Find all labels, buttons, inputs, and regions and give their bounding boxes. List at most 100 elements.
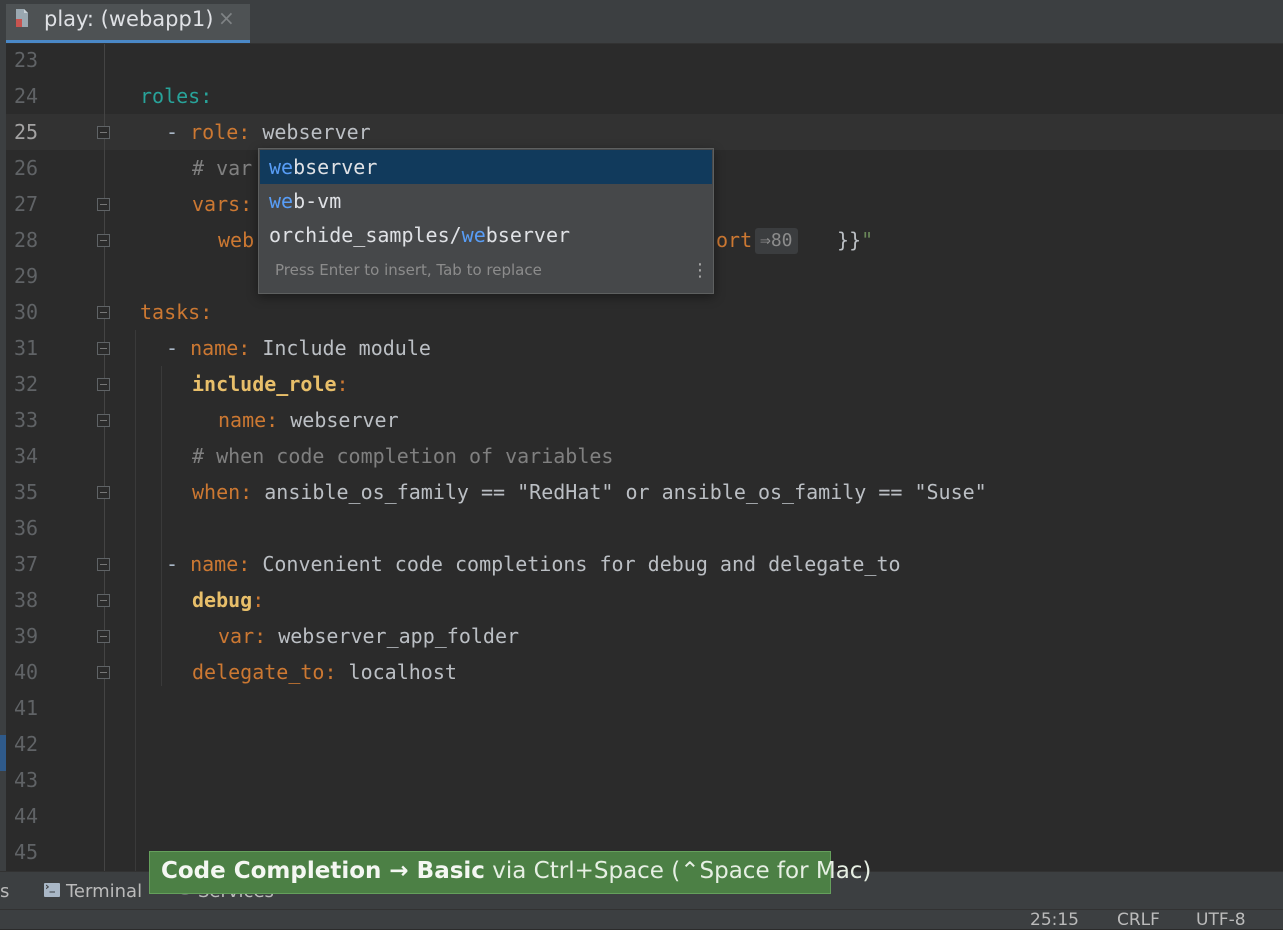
- completion-item[interactable]: webserver: [260, 150, 712, 184]
- yaml-key: var: [218, 624, 255, 648]
- line-number: 38: [14, 588, 39, 612]
- code-line-38: debug:: [192, 582, 264, 618]
- yaml-value: Convenient code completions for debug an…: [250, 552, 901, 576]
- fold-icon[interactable]: [97, 234, 110, 247]
- code-line-33: name: webserver: [218, 402, 399, 438]
- yaml-key: role: [190, 120, 239, 144]
- inline-value-hint: ⇒80: [755, 228, 798, 254]
- fold-icon[interactable]: [97, 486, 110, 499]
- status-bar: [0, 909, 1283, 929]
- fold-icon[interactable]: [97, 594, 110, 607]
- code-line-28-start: web: [218, 228, 255, 252]
- line-number: 31: [14, 336, 39, 360]
- var-name-tail: ort: [716, 228, 753, 252]
- line-number: 41: [14, 696, 39, 720]
- yaml-key: debug: [192, 588, 253, 612]
- completion-prefix: orchide_samples/: [269, 223, 462, 247]
- fold-icon[interactable]: [97, 198, 110, 211]
- fold-icon[interactable]: [97, 378, 110, 391]
- fold-icon[interactable]: [97, 126, 110, 139]
- line-number: 27: [14, 192, 39, 216]
- line-number: 26: [14, 156, 39, 180]
- fold-icon[interactable]: [97, 342, 110, 355]
- string-quote: ": [861, 228, 874, 252]
- yaml-key: tasks: [140, 300, 201, 324]
- line-number: 43: [14, 768, 39, 792]
- line-number: 23: [14, 48, 39, 72]
- yaml-key: roles: [140, 84, 201, 108]
- indent-guide: [161, 366, 162, 686]
- yaml-colon: :: [254, 624, 267, 648]
- line-number: 32: [14, 372, 39, 396]
- line-number: 28: [14, 228, 39, 252]
- close-icon[interactable]: ×: [218, 6, 235, 30]
- fold-icon[interactable]: [97, 558, 110, 571]
- yaml-key: include_role: [192, 372, 337, 396]
- tool-window-cut-label[interactable]: s: [0, 881, 9, 902]
- completion-match: we: [461, 223, 486, 247]
- yaml-dash: -: [166, 552, 191, 576]
- code-line-28-close: }}": [825, 222, 873, 258]
- yaml-key: vars: [192, 192, 241, 216]
- completion-rest: bserver: [485, 223, 571, 247]
- line-number: 24: [14, 84, 39, 108]
- yaml-colon: :: [238, 120, 251, 144]
- line-number: 45: [14, 840, 39, 864]
- yaml-value: webserver_app_folder: [266, 624, 520, 648]
- completion-item[interactable]: web-vm: [260, 184, 712, 218]
- template-close: }}: [825, 228, 862, 252]
- tip-text: Code Completion → Basic via Ctrl+Space (…: [161, 858, 871, 884]
- line-number: 29: [14, 264, 39, 288]
- completion-item[interactable]: orchide_samples/webserver: [260, 218, 712, 252]
- yaml-value: ansible_os_family == "RedHat" or ansible…: [252, 480, 987, 504]
- more-options-icon[interactable]: ⋮: [691, 261, 709, 281]
- code-line-26: # var: [192, 156, 253, 180]
- code-line-35: when: ansible_os_family == "RedHat" or a…: [192, 474, 987, 510]
- fold-icon[interactable]: [97, 630, 110, 643]
- completion-match: we: [269, 155, 294, 179]
- tip-banner: Code Completion → Basic via Ctrl+Space (…: [149, 851, 871, 894]
- yaml-colon: :: [200, 300, 213, 324]
- completion-rest: b-vm: [293, 189, 342, 213]
- code-line-27: vars:: [192, 186, 252, 222]
- yaml-colon: :: [252, 588, 265, 612]
- yaml-key: name: [190, 552, 239, 576]
- tab-title: play: (webapp1): [44, 7, 214, 31]
- line-ending[interactable]: CRLF: [1117, 910, 1160, 930]
- code-line-30: tasks:: [140, 294, 212, 330]
- code-line-32: include_role:: [192, 366, 349, 402]
- terminal-icon: [44, 880, 60, 897]
- line-number: 33: [14, 408, 39, 432]
- completion-rest: bserver: [293, 155, 378, 179]
- line-number: 42: [14, 732, 39, 756]
- caret-position[interactable]: 25:15: [1030, 910, 1079, 930]
- line-number-current: 25: [14, 120, 39, 144]
- code-line-25: - role: webserver: [166, 114, 371, 150]
- completion-match: we: [269, 189, 294, 213]
- line-number: 39: [14, 624, 39, 648]
- file-encoding[interactable]: UTF-8: [1196, 910, 1246, 930]
- yaml-value: webserver: [250, 120, 371, 144]
- fold-icon[interactable]: [97, 666, 110, 679]
- fold-icon[interactable]: [97, 306, 110, 319]
- code-line-28-end: ort: [716, 222, 752, 258]
- code-line-40: delegate_to: localhost: [192, 654, 457, 690]
- tip-action: Code Completion → Basic: [161, 858, 485, 884]
- line-number: 36: [14, 516, 39, 540]
- indent-guide: [135, 330, 136, 871]
- yaml-value: webserver: [278, 408, 399, 432]
- yaml-dash: -: [166, 120, 191, 144]
- line-number: 35: [14, 480, 39, 504]
- yaml-colon: :: [240, 192, 253, 216]
- code-line-37: - name: Convenient code completions for …: [166, 546, 901, 582]
- yaml-key: name: [190, 336, 239, 360]
- yaml-value: localhost: [336, 660, 457, 684]
- yaml-key: delegate_to: [192, 660, 325, 684]
- fold-icon[interactable]: [97, 414, 110, 427]
- terminal-tab[interactable]: Terminal: [66, 881, 142, 902]
- line-number: 40: [14, 660, 39, 684]
- tip-shortcut: via Ctrl+Space (⌃Space for Mac): [484, 858, 872, 884]
- gutter-separator: [104, 44, 105, 871]
- yaml-colon: :: [324, 660, 337, 684]
- yaml-colon: :: [238, 552, 251, 576]
